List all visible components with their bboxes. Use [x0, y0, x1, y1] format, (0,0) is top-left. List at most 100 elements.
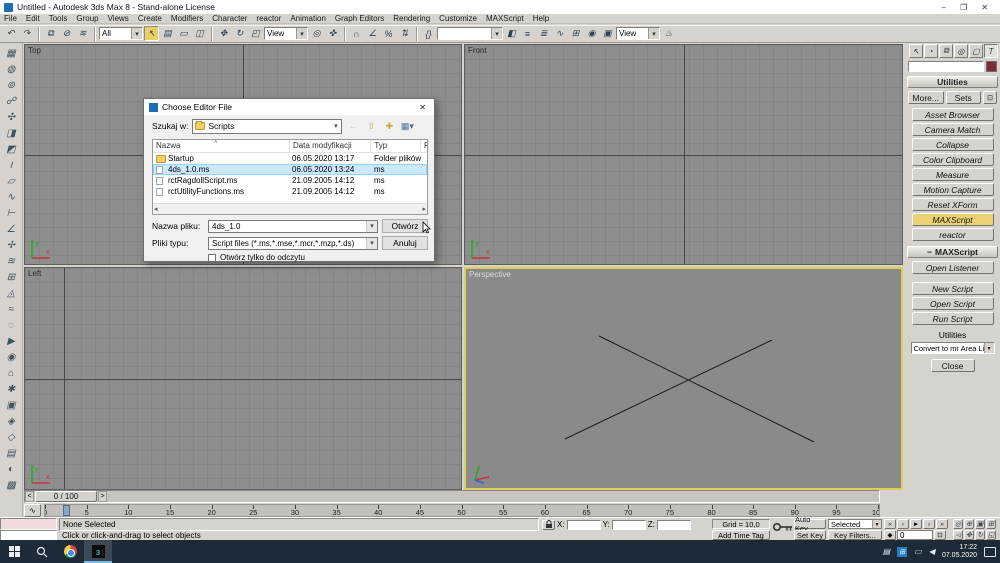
schematic-view-icon[interactable]: ⊞	[568, 26, 583, 41]
viewport-left[interactable]: Left x y	[24, 267, 462, 490]
look-in-combo[interactable]: Scripts	[192, 119, 342, 134]
scene-line-objects[interactable]	[466, 269, 903, 490]
scroll-left-icon[interactable]: ◂	[154, 205, 158, 213]
volume-tray-icon[interactable]: ◀	[929, 547, 935, 556]
reference-coordinate-system-combo[interactable]: View	[264, 27, 308, 40]
x-coordinate-field[interactable]	[567, 520, 601, 530]
time-slider-handle[interactable]: 0 / 100	[35, 491, 97, 502]
utility-button[interactable]: Motion Capture	[912, 183, 994, 196]
network-tray-icon[interactable]: ▭	[914, 547, 922, 556]
set-key-button[interactable]: Set Key	[794, 530, 826, 540]
auto-key-button[interactable]: Auto Key	[794, 519, 826, 529]
readonly-checkbox[interactable]	[208, 254, 216, 262]
apply-cloth-modifier-icon[interactable]: ◨	[3, 125, 20, 141]
min-max-toggle-icon[interactable]: ◱	[986, 530, 996, 540]
object-color-swatch[interactable]	[986, 61, 997, 72]
time-configuration-button[interactable]: ⊡	[934, 530, 946, 540]
arc-rotate-icon[interactable]: ↻	[975, 530, 985, 540]
menu-item[interactable]: Edit	[26, 14, 40, 23]
utility-button[interactable]: reactor	[912, 228, 994, 241]
previous-frame-arrow[interactable]: <	[25, 491, 34, 502]
filetype-combo[interactable]: Script files (*.ms,*.mse,*.mcr,*.mzp,*.d…	[208, 237, 378, 250]
create-angular-dashpot-icon[interactable]: ∠	[3, 221, 20, 237]
key-selection-combo[interactable]: Selected	[828, 519, 882, 529]
create-fracture-icon[interactable]: ◬	[3, 285, 20, 301]
open-mini-curve-editor-button[interactable]: ∿	[24, 504, 41, 517]
select-by-name-icon[interactable]: ▤	[160, 26, 175, 41]
previous-frame-button[interactable]: ‹	[897, 519, 909, 529]
minimize-button[interactable]: –	[942, 3, 946, 12]
rigid-body-properties-icon[interactable]: ▣	[3, 397, 20, 413]
maxscript-mini-listener[interactable]	[0, 518, 57, 541]
z-coordinate-field[interactable]	[657, 520, 691, 530]
menu-item[interactable]: MAXScript	[486, 14, 524, 23]
select-object-icon[interactable]: ↖	[144, 26, 159, 41]
track-bar-ruler[interactable]: 0510152025303540455055606570758085909510…	[44, 504, 880, 517]
back-icon[interactable]: ←	[346, 119, 360, 133]
select-and-rotate-icon[interactable]: ↻	[232, 26, 247, 41]
open-property-editor-icon[interactable]: ▤	[3, 445, 20, 461]
tab-display[interactable]: ▢	[969, 44, 983, 58]
select-and-link-icon[interactable]: ⧉	[43, 26, 58, 41]
viewport-left-label[interactable]: Left	[28, 269, 41, 278]
column-header[interactable]: Nazwa	[153, 140, 290, 152]
apply-soft-body-modifier-icon[interactable]: ◩	[3, 141, 20, 157]
create-rigid-body-collection-icon[interactable]: ▦	[3, 45, 20, 61]
redo-icon[interactable]: ↷	[19, 26, 34, 41]
tab-create[interactable]: ↖	[909, 44, 923, 58]
utility-button[interactable]: Collapse	[912, 138, 994, 151]
create-linear-dashpot-icon[interactable]: ⊢	[3, 205, 20, 221]
taskbar-search-button[interactable]	[28, 540, 56, 563]
menu-item[interactable]: Graph Editors	[335, 14, 384, 23]
mini-listener-macro-pane[interactable]	[0, 518, 57, 530]
apply-rope-modifier-icon[interactable]: ≀	[3, 157, 20, 173]
file-row[interactable]: 4ds_1.0.ms 06.05.2020 13:24 ms	[153, 164, 427, 175]
maxscript-button[interactable]: Open Script	[912, 297, 994, 310]
create-motor-icon[interactable]: ✢	[3, 237, 20, 253]
pan-icon[interactable]: ✥	[964, 530, 974, 540]
go-to-end-button[interactable]: »	[936, 519, 948, 529]
angle-snap-toggle-icon[interactable]: ∠	[365, 26, 380, 41]
create-plane-icon[interactable]: ▱	[3, 173, 20, 189]
menu-item[interactable]: File	[4, 14, 17, 23]
cloth-properties-icon[interactable]: ◈	[3, 413, 20, 429]
next-frame-arrow[interactable]: >	[98, 491, 107, 502]
select-and-move-icon[interactable]: ✥	[216, 26, 231, 41]
object-name-field[interactable]	[908, 61, 984, 72]
tab-hierarchy[interactable]: ⧉	[939, 44, 953, 58]
menu-item[interactable]: reactor	[256, 14, 281, 23]
taskbar-chrome-button[interactable]	[56, 540, 84, 563]
select-and-manipulate-icon[interactable]: ✜	[325, 26, 340, 41]
set-keys-button[interactable]	[772, 521, 794, 535]
menu-item[interactable]: Group	[76, 14, 98, 23]
curve-editor-icon[interactable]: ∿	[552, 26, 567, 41]
snaps-toggle-icon[interactable]: ∩	[349, 26, 364, 41]
create-constraint-solver-icon[interactable]: ◌	[3, 317, 20, 333]
zoom-all-icon[interactable]: ⊕	[964, 519, 974, 529]
utility-button[interactable]: Camera Match	[912, 123, 994, 136]
render-type-combo[interactable]: View	[616, 27, 660, 40]
column-header[interactable]: R	[421, 140, 427, 152]
time-slider[interactable]: < 0 / 100 >	[24, 490, 880, 503]
more-button[interactable]: More...	[908, 91, 944, 104]
tab-utilities[interactable]: T	[984, 44, 998, 58]
unlink-selection-icon[interactable]: ⊘	[59, 26, 74, 41]
up-one-level-icon[interactable]: ⇧	[364, 119, 378, 133]
create-water-icon[interactable]: ≈	[3, 301, 20, 317]
create-toy-car-icon[interactable]: ⊞	[3, 269, 20, 285]
close-utility-button[interactable]: Close	[931, 359, 975, 372]
align-icon[interactable]: ≡	[520, 26, 535, 41]
named-selection-sets-combo[interactable]	[437, 27, 503, 40]
create-deforming-mesh-collection-icon[interactable]: ✣	[3, 109, 20, 125]
taskbar-3dsmax-button[interactable]: з	[84, 540, 112, 563]
percent-snap-toggle-icon[interactable]: %	[381, 26, 396, 41]
file-row[interactable]: rctRagdollScript.ms 21.09.2005 14:12 ms	[153, 175, 427, 186]
spinner-snap-toggle-icon[interactable]: ⇅	[397, 26, 412, 41]
preview-window-icon[interactable]: ◐	[3, 461, 20, 477]
utility-button[interactable]: MAXScript	[912, 213, 994, 226]
create-soft-body-collection-icon[interactable]: ⊚	[3, 77, 20, 93]
view-menu-icon[interactable]: ▦▾	[400, 119, 414, 133]
tab-motion[interactable]: ◎	[954, 44, 968, 58]
taskbar-clock[interactable]: 17:22 07.05.2020	[942, 544, 977, 560]
tab-modify[interactable]: ◔	[924, 44, 938, 58]
